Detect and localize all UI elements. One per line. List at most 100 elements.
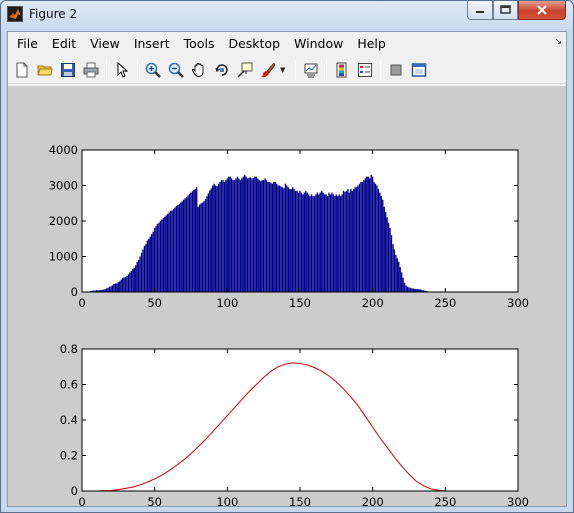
zoom-in-button[interactable] bbox=[142, 59, 163, 81]
window-title: Figure 2 bbox=[29, 7, 78, 21]
dock-arrow-icon[interactable]: ↘ bbox=[554, 37, 562, 47]
open-file-button[interactable] bbox=[34, 59, 55, 81]
histogram-bar bbox=[201, 202, 204, 292]
pan-button[interactable] bbox=[188, 59, 209, 81]
edit-plot-button[interactable] bbox=[111, 59, 132, 81]
link-plot-button[interactable] bbox=[300, 59, 321, 81]
histogram-bar bbox=[207, 193, 210, 292]
insert-colorbar-button[interactable] bbox=[331, 59, 352, 81]
x-tick-label: 150 bbox=[289, 296, 311, 310]
histogram-bar bbox=[360, 181, 362, 292]
histogram-bar bbox=[260, 181, 262, 292]
menu-desktop[interactable]: Desktop bbox=[221, 36, 287, 51]
histogram-bar bbox=[190, 192, 192, 292]
zoom-out-button[interactable] bbox=[165, 59, 186, 81]
y-tick-label: 0.4 bbox=[60, 413, 78, 427]
menu-view[interactable]: View bbox=[83, 36, 127, 51]
histogram-bar bbox=[277, 185, 279, 292]
new-figure-button[interactable] bbox=[11, 59, 32, 81]
histogram-bar bbox=[168, 212, 170, 292]
histogram-bar bbox=[289, 189, 291, 292]
histogram-bar bbox=[319, 192, 321, 292]
histogram-bar bbox=[258, 180, 260, 292]
histogram-bar bbox=[313, 196, 316, 292]
legend-icon bbox=[357, 62, 372, 77]
brush-dropdown-icon[interactable]: ▼ bbox=[280, 66, 288, 74]
histogram-bar bbox=[197, 206, 199, 292]
histogram-bar bbox=[203, 201, 205, 292]
histogram-bar bbox=[146, 240, 149, 292]
save-figure-button[interactable] bbox=[57, 59, 78, 81]
histogram-bar bbox=[219, 181, 221, 292]
histogram-bar bbox=[178, 203, 180, 292]
histogram-bar bbox=[107, 287, 109, 292]
minimize-button[interactable] bbox=[467, 1, 493, 20]
menu-help[interactable]: Help bbox=[350, 36, 393, 51]
rotate-3d-icon bbox=[214, 63, 228, 76]
histogram-bar bbox=[155, 225, 157, 292]
histogram-bar bbox=[334, 196, 336, 292]
histogram-bar bbox=[316, 192, 319, 292]
histogram-bar bbox=[366, 176, 368, 293]
hide-plot-tools-button[interactable] bbox=[385, 59, 406, 81]
show-plot-tools-button[interactable] bbox=[408, 59, 429, 81]
histogram-bar bbox=[262, 180, 265, 292]
arrow-pointer-icon bbox=[117, 61, 128, 78]
histogram-bar bbox=[183, 199, 185, 292]
title-bar[interactable]: Figure 2 bbox=[1, 1, 573, 29]
histogram-bar bbox=[159, 221, 162, 292]
link-plot-icon bbox=[304, 63, 317, 77]
histogram-bar bbox=[149, 236, 151, 292]
histogram-bar bbox=[326, 196, 329, 292]
histogram-bar bbox=[412, 288, 414, 292]
histogram-bar bbox=[252, 178, 255, 292]
histogram-bar bbox=[161, 219, 163, 292]
histogram-bar bbox=[129, 272, 131, 292]
menu-edit[interactable]: Edit bbox=[45, 36, 83, 51]
y-tick-label: 4000 bbox=[49, 143, 78, 157]
menu-file[interactable]: File bbox=[10, 36, 45, 51]
histogram-bar bbox=[156, 223, 159, 292]
histogram-bar bbox=[239, 180, 242, 292]
y-tick-label: 0.6 bbox=[60, 378, 78, 392]
menu-window[interactable]: Window bbox=[287, 36, 350, 51]
histogram-bar bbox=[332, 194, 335, 293]
histogram-bar bbox=[411, 288, 413, 292]
histogram-bar bbox=[310, 194, 313, 293]
x-tick-label: 300 bbox=[507, 296, 529, 310]
histogram-bar bbox=[337, 196, 339, 292]
maximize-button[interactable] bbox=[493, 1, 518, 20]
histogram-bar bbox=[251, 178, 253, 292]
histogram-bar bbox=[267, 181, 269, 292]
histogram-bar bbox=[136, 261, 138, 292]
menu-tools[interactable]: Tools bbox=[177, 36, 222, 51]
histogram-bar bbox=[287, 187, 289, 292]
histogram-bar bbox=[153, 228, 156, 292]
histogram-bar bbox=[124, 276, 127, 292]
histogram-bar bbox=[305, 190, 307, 292]
x-tick-label: 300 bbox=[507, 495, 529, 506]
insert-legend-button[interactable] bbox=[354, 59, 375, 81]
histogram-bar bbox=[127, 274, 130, 292]
close-button[interactable] bbox=[518, 1, 566, 20]
rotate-3d-button[interactable] bbox=[211, 59, 232, 81]
histogram-bar bbox=[194, 189, 196, 292]
y-tick-label: 0 bbox=[71, 285, 78, 299]
histogram-bar bbox=[355, 187, 358, 292]
histogram-bar bbox=[358, 183, 361, 292]
histogram-bar bbox=[167, 213, 169, 292]
histogram-bar bbox=[341, 194, 343, 293]
data-cursor-button[interactable] bbox=[234, 59, 255, 81]
print-figure-button[interactable] bbox=[80, 59, 101, 81]
brush-button[interactable] bbox=[257, 59, 278, 81]
histogram-bar bbox=[180, 202, 182, 292]
y-tick-label: 3000 bbox=[49, 179, 78, 193]
histogram-bar bbox=[386, 217, 388, 292]
histogram-bar bbox=[406, 286, 409, 292]
toolbar-separator bbox=[295, 59, 296, 80]
toolbar-separator bbox=[106, 59, 107, 80]
x-tick-label: 150 bbox=[289, 495, 311, 506]
new-file-icon bbox=[16, 62, 27, 77]
menu-insert[interactable]: Insert bbox=[127, 36, 177, 51]
histogram-bar bbox=[321, 190, 323, 292]
